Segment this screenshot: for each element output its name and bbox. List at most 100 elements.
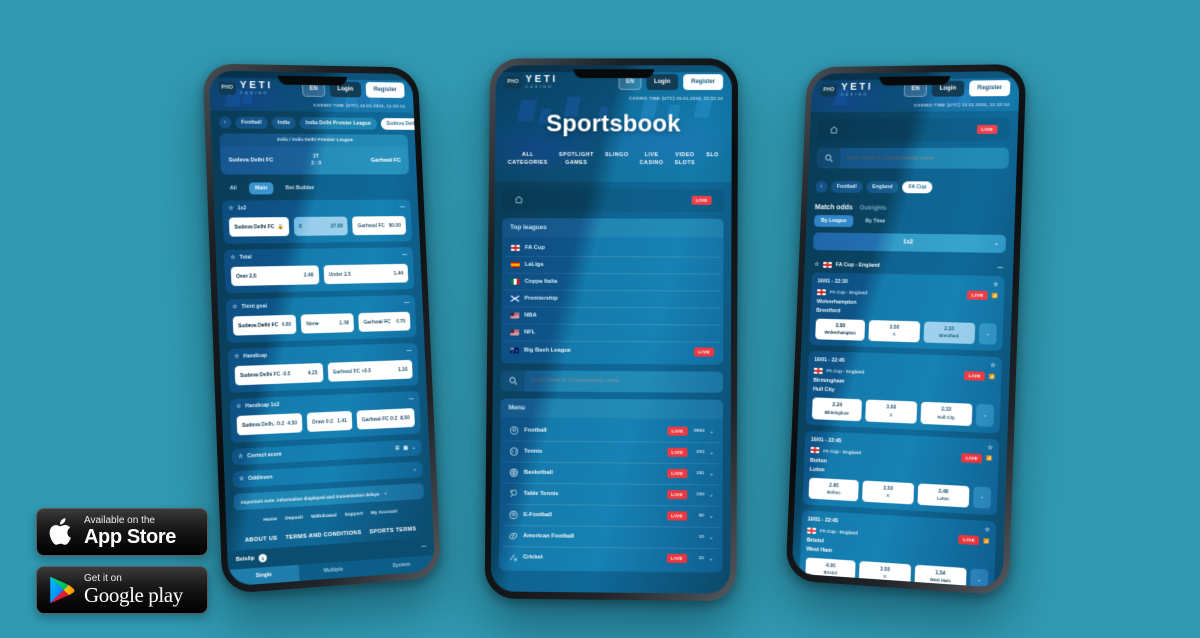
layout-grid-icon[interactable]: ▦ xyxy=(403,445,408,451)
odd-button[interactable]: 3.50 X xyxy=(868,320,920,343)
odd-button[interactable]: 1.54 West Ham xyxy=(914,564,967,589)
nav-slots[interactable]: SLO xyxy=(706,152,719,168)
breadcrumb-current[interactable]: FA Cup xyxy=(902,181,933,194)
chevron-down-icon[interactable]: ⌄ xyxy=(709,471,713,477)
nav-live-casino[interactable]: LIVE CASINO xyxy=(640,152,664,168)
more-markets-button[interactable]: ⌄ xyxy=(975,404,995,427)
list-item[interactable]: Football LIVE 9994 ⌄ xyxy=(503,420,720,443)
favorite-star-icon[interactable]: ☆ xyxy=(238,454,243,460)
odd-button[interactable]: Garhwal FC 80.00 xyxy=(352,216,407,236)
chevron-down-icon[interactable]: ⌄ xyxy=(709,450,713,456)
odd-button[interactable]: Over 2.5 2.48 xyxy=(230,265,319,287)
market-tab-all[interactable]: All xyxy=(223,182,243,194)
more-markets-button[interactable]: ⌄ xyxy=(972,486,992,509)
odd-button[interactable]: Sudeva Delhi FC 4.00 xyxy=(232,314,297,336)
register-button[interactable]: Register xyxy=(365,82,405,99)
footer-link-home[interactable]: Home xyxy=(263,517,277,523)
search-input[interactable] xyxy=(839,149,1010,168)
breadcrumb-current[interactable]: Sudeva Delhi FC vs. Garhwal FC xyxy=(380,118,436,131)
breadcrumb-item-2[interactable]: India Delhi Premier League xyxy=(299,117,377,130)
market-tab-main[interactable]: Main xyxy=(248,182,274,195)
collapse-icon[interactable]: — xyxy=(421,544,426,550)
chevron-down-icon[interactable]: ⌄ xyxy=(994,241,999,247)
footer-link-my-account[interactable]: My Account xyxy=(371,510,398,517)
favorite-star-icon[interactable]: ☆ xyxy=(990,363,995,369)
favorite-star-icon[interactable]: ☆ xyxy=(234,354,239,360)
brand-logo[interactable]: PHO YETI CASINO xyxy=(820,81,873,97)
segment-match-odds[interactable]: Match odds xyxy=(815,204,853,211)
breadcrumb-back-icon[interactable]: ‹ xyxy=(218,116,232,129)
stats-icon[interactable]: 📶 xyxy=(983,538,989,545)
chevron-down-icon[interactable]: ⌄ xyxy=(709,535,713,541)
odd-button[interactable]: 3.66 X xyxy=(865,399,917,424)
collapse-icon[interactable]: — xyxy=(400,204,405,210)
favorite-star-icon[interactable]: ☆ xyxy=(230,255,235,261)
breadcrumb-item-1[interactable]: India xyxy=(271,116,296,130)
favorite-star-icon[interactable]: ☆ xyxy=(993,282,998,288)
odd-button[interactable]: 2.85 Bolton xyxy=(808,477,860,502)
odd-button[interactable]: None 1.48 xyxy=(300,313,355,334)
breadcrumb-item-1[interactable]: England xyxy=(866,181,899,194)
search-bar[interactable] xyxy=(816,147,1010,169)
list-item[interactable]: LaLiga xyxy=(504,256,721,275)
odd-button[interactable]: 2.33 Hull City xyxy=(920,402,973,426)
register-button[interactable]: Register xyxy=(683,74,724,90)
chevron-down-icon[interactable]: ⌄ xyxy=(413,466,417,472)
favorite-star-icon[interactable]: ☆ xyxy=(232,304,237,310)
odd-button[interactable]: 2.10 Brentford xyxy=(923,321,976,345)
home-icon[interactable] xyxy=(514,195,523,204)
pill-by-league[interactable]: By League xyxy=(813,214,854,228)
collapse-icon[interactable]: — xyxy=(997,265,1003,271)
breadcrumb-item-0[interactable]: Football xyxy=(234,116,268,129)
odd-button[interactable]: Garhwal FC 4.70 xyxy=(358,311,411,332)
footer-link-support[interactable]: Support xyxy=(345,512,363,518)
legal-link-terms[interactable]: TERMS AND CONDITIONS xyxy=(285,530,361,541)
search-icon[interactable] xyxy=(500,369,525,392)
search-icon[interactable] xyxy=(816,147,841,169)
betslip-tab-multiple[interactable]: Multiple xyxy=(299,560,369,581)
home-icon[interactable] xyxy=(829,126,838,135)
list-item[interactable]: American Football 10 ⌄ xyxy=(502,525,720,549)
betslip-tab-single[interactable]: Single xyxy=(227,564,300,587)
chevron-down-icon[interactable]: ⌄ xyxy=(709,492,713,498)
segment-outrights[interactable]: Outrights xyxy=(859,206,886,212)
brand-logo[interactable]: PHO YETI CASINO xyxy=(504,74,558,89)
list-item[interactable]: NFL xyxy=(504,324,721,343)
odd-button[interactable]: Sudeva Delhi FC 🔒 xyxy=(228,217,290,237)
search-input[interactable] xyxy=(524,371,724,391)
nav-video-slots[interactable]: VIDEO SLOTS xyxy=(675,152,696,168)
google-play-badge[interactable]: Get it on Google play xyxy=(36,566,208,614)
chevron-down-icon[interactable]: ⌄ xyxy=(709,556,713,562)
odd-button[interactable]: Garhwal FC +0.5 1.16 xyxy=(327,359,413,382)
list-item[interactable]: Premiership xyxy=(504,290,721,309)
list-item[interactable]: Big Bash League LIVE xyxy=(504,341,720,361)
nav-slingo[interactable]: SLINGO xyxy=(605,152,629,168)
list-item[interactable]: NBA xyxy=(504,307,721,326)
more-markets-button[interactable]: ⌄ xyxy=(978,323,997,346)
odd-button[interactable]: 4.00 Bristol xyxy=(805,557,856,583)
chevron-down-icon[interactable]: ⌄ xyxy=(412,445,416,451)
nav-all-categories[interactable]: ALL CATEGORIES xyxy=(508,152,548,168)
footer-link-withdrawal[interactable]: Withdrawal xyxy=(311,513,337,520)
collapse-icon[interactable]: — xyxy=(406,348,411,354)
betslip-tab-system[interactable]: System xyxy=(367,555,435,576)
list-item[interactable]: Basketball LIVE 181 ⌄ xyxy=(502,462,720,486)
stats-icon[interactable]: 📶 xyxy=(992,293,998,299)
odd-button[interactable]: 3.50 Wolverhampton xyxy=(815,318,866,342)
odd-button[interactable]: Garhwal FC 0:2 8.50 xyxy=(356,408,415,430)
odd-button[interactable]: 2.48 Luton xyxy=(917,483,970,508)
list-item[interactable]: Coppa Italia xyxy=(504,273,721,292)
list-item[interactable]: Cricket LIVE 22 ⌄ xyxy=(502,547,719,569)
list-item[interactable]: FA Cup xyxy=(504,239,721,258)
breadcrumb-item-0[interactable]: Football xyxy=(830,181,863,193)
chevron-down-icon[interactable]: ⌄ xyxy=(710,429,714,435)
collapse-icon[interactable]: — xyxy=(402,252,407,258)
legal-link-about-us[interactable]: ABOUT US xyxy=(245,536,278,544)
odd-button[interactable]: Sudeva Delhi FC -0.5 4.25 xyxy=(234,363,324,386)
nav-spotlight-games[interactable]: SPOTLIGHT GAMES xyxy=(559,152,594,168)
list-item[interactable]: Table Tennis LIVE 194 ⌄ xyxy=(502,483,720,507)
footer-link-deposit[interactable]: Deposit xyxy=(285,515,303,521)
favorite-star-icon[interactable]: ☆ xyxy=(814,262,819,268)
search-bar[interactable] xyxy=(500,369,724,393)
stats-icon[interactable]: 📶 xyxy=(989,374,995,380)
